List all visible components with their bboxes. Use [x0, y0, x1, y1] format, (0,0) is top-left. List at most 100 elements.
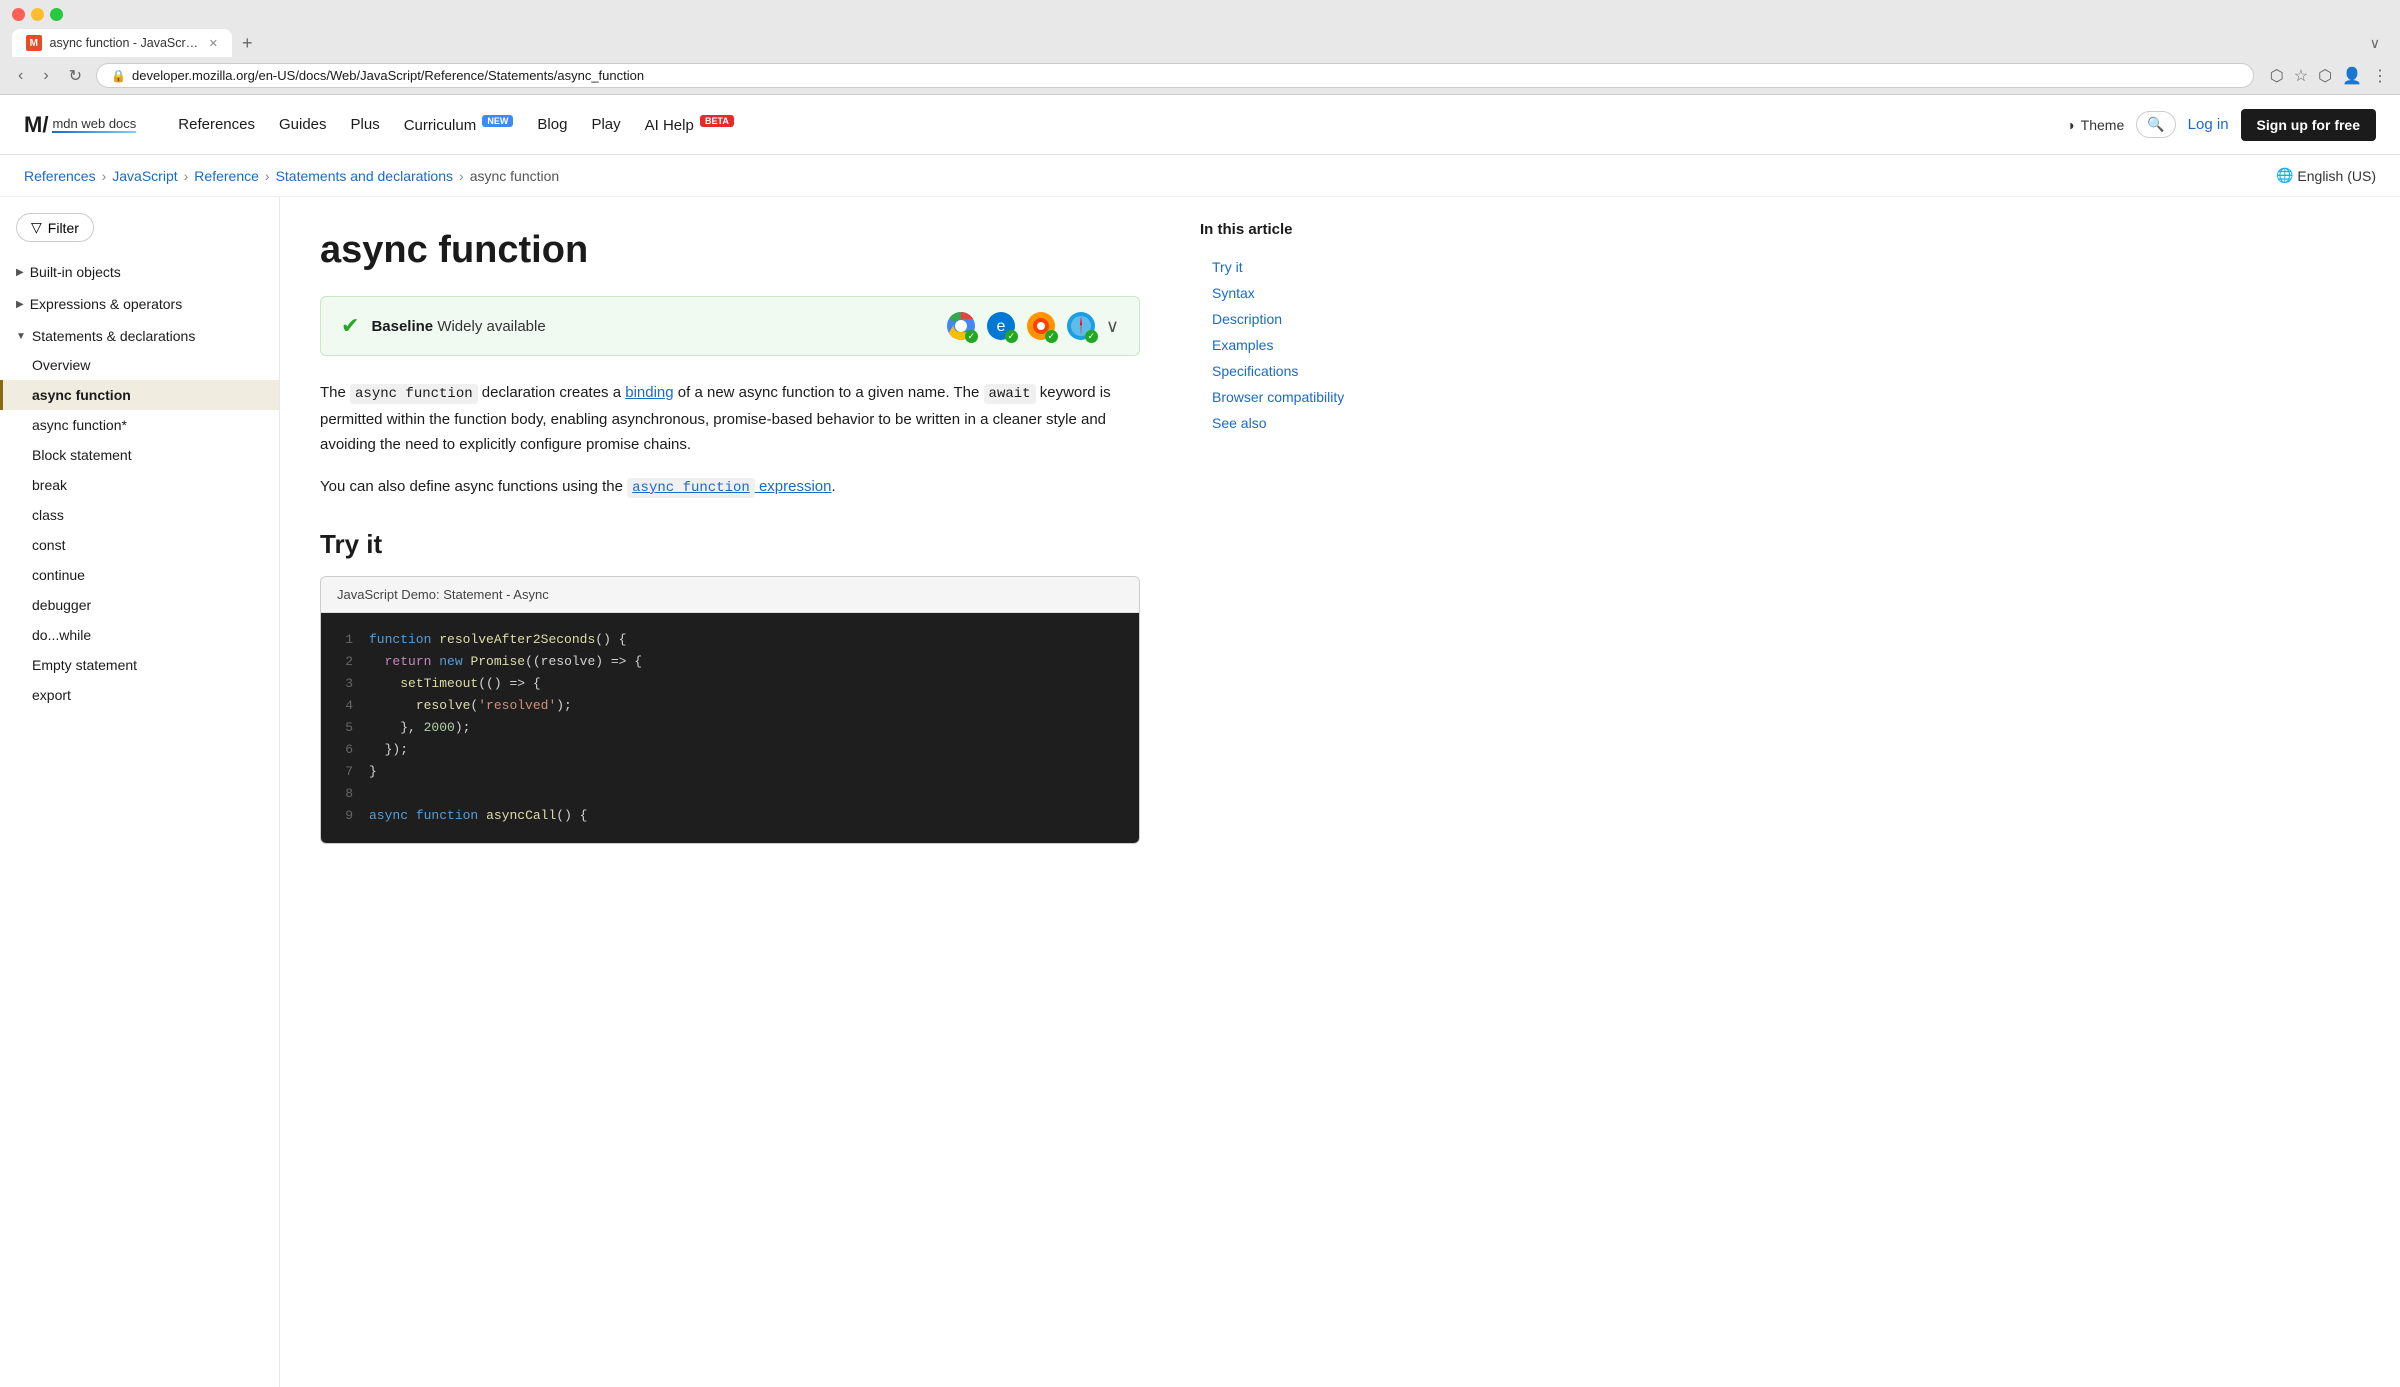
sidebar-item-async-function[interactable]: async function — [0, 380, 279, 410]
breadcrumb-references[interactable]: References — [24, 168, 96, 184]
browser-firefox-icon: ✓ — [1026, 311, 1056, 341]
minimize-button[interactable] — [31, 8, 44, 21]
breadcrumb-javascript[interactable]: JavaScript — [112, 168, 177, 184]
bookmark-button[interactable]: ☆ — [2294, 66, 2308, 86]
toc-item-specifications[interactable]: Specifications — [1200, 358, 1380, 384]
mdn-logo[interactable]: M/ mdn web docs — [24, 114, 136, 136]
breadcrumb-reference[interactable]: Reference — [194, 168, 259, 184]
nav-curriculum[interactable]: Curriculum NEW — [394, 112, 524, 138]
theme-icon: ◑ — [2066, 117, 2074, 133]
back-button[interactable]: ‹ — [12, 65, 29, 87]
breadcrumb-statements[interactable]: Statements and declarations — [276, 168, 453, 184]
url-bar[interactable]: 🔒 developer.mozilla.org/en-US/docs/Web/J… — [96, 63, 2254, 88]
nav-ai-help[interactable]: AI Help BETA — [635, 112, 744, 138]
close-button[interactable] — [12, 8, 25, 21]
line-num: 9 — [337, 805, 353, 827]
line-num: 8 — [337, 783, 353, 805]
toc-title: In this article — [1200, 221, 1380, 238]
toc-item-browser-compat[interactable]: Browser compatibility — [1200, 384, 1380, 410]
toc-item-see-also[interactable]: See also — [1200, 410, 1380, 436]
sidebar-item-block[interactable]: Block statement — [0, 440, 279, 470]
sidebar-item-overview[interactable]: Overview — [0, 350, 279, 380]
tab-strip-expand[interactable]: ∨ — [2370, 35, 2388, 52]
toc-item-syntax[interactable]: Syntax — [1200, 280, 1380, 306]
toc-item-try-it[interactable]: Try it — [1200, 254, 1380, 280]
line-num: 2 — [337, 651, 353, 673]
sidebar-section-expressions-header[interactable]: ▶ Expressions & operators — [0, 290, 279, 318]
nav-references[interactable]: References — [168, 112, 265, 137]
login-button[interactable]: Log in — [2188, 116, 2229, 133]
sidebar-item-export[interactable]: export — [0, 680, 279, 710]
tab-title: async function - JavaScript | — [50, 36, 201, 50]
sidebar: ▽ Filter ▶ Built-in objects ▶ Expression… — [0, 197, 280, 1387]
nav-play[interactable]: Play — [581, 112, 630, 137]
binding-link[interactable]: binding — [625, 384, 673, 401]
baseline-expand-button[interactable]: ∨ — [1106, 316, 1119, 337]
sidebar-item-empty[interactable]: Empty statement — [0, 650, 279, 680]
firefox-check: ✓ — [1045, 330, 1058, 343]
tab-close-button[interactable]: ✕ — [209, 37, 218, 50]
sidebar-item-continue[interactable]: continue — [0, 560, 279, 590]
signup-button[interactable]: Sign up for free — [2241, 109, 2376, 141]
toc-item-examples[interactable]: Examples — [1200, 332, 1380, 358]
sidebar-section-builtin-header[interactable]: ▶ Built-in objects — [0, 258, 279, 286]
language-selector[interactable]: 🌐 English (US) — [2276, 167, 2376, 184]
breadcrumb-sep-1: › — [102, 168, 107, 184]
line-num: 3 — [337, 673, 353, 695]
search-box[interactable]: 🔍 — [2136, 111, 2175, 138]
code-demo-box: JavaScript Demo: Statement - Async 1 fun… — [320, 576, 1140, 845]
baseline-left: ✔ Baseline Widely available — [341, 313, 546, 339]
toc-panel: In this article Try it Syntax Descriptio… — [1180, 197, 1400, 1387]
edge-check: ✓ — [1005, 330, 1018, 343]
header-right: ◑ Theme 🔍 Log in Sign up for free — [2066, 109, 2376, 141]
nav-plus[interactable]: Plus — [341, 112, 390, 137]
beta-badge: BETA — [700, 115, 734, 127]
menu-button[interactable]: ⋮ — [2372, 66, 2388, 86]
main-content: async function ✔ Baseline Widely availab… — [280, 197, 1180, 1387]
sidebar-section-statements-header[interactable]: ▼ Statements & declarations — [0, 322, 279, 350]
svg-text:e: e — [996, 318, 1005, 335]
browser-tab[interactable]: M async function - JavaScript | ✕ — [12, 29, 232, 57]
sidebar-item-async-function-gen[interactable]: async function* — [0, 410, 279, 440]
screen-cast-button[interactable]: ⬡ — [2270, 66, 2284, 86]
language-label: English (US) — [2297, 168, 2376, 184]
sidebar-item-break[interactable]: break — [0, 470, 279, 500]
logo-mark: M/ — [24, 114, 48, 136]
sidebar-section-builtin-label: Built-in objects — [30, 264, 121, 280]
filter-button[interactable]: ▽ Filter — [16, 213, 94, 242]
sidebar-item-debugger[interactable]: debugger — [0, 590, 279, 620]
arrow-icon-3: ▼ — [16, 331, 26, 342]
maximize-button[interactable] — [50, 8, 63, 21]
code-area: 1 function resolveAfter2Seconds() { 2 re… — [321, 613, 1139, 844]
code-line: 5 }, 2000); — [337, 717, 1123, 739]
nav-blog[interactable]: Blog — [527, 112, 577, 137]
code-line: 9 async function asyncCall() { — [337, 805, 1123, 827]
code-await: await — [984, 384, 1036, 404]
toc-item-description[interactable]: Description — [1200, 306, 1380, 332]
extension-button[interactable]: ⬡ — [2318, 66, 2332, 86]
sidebar-section-builtin: ▶ Built-in objects — [0, 258, 279, 286]
chrome-check: ✓ — [965, 330, 978, 343]
nav-guides[interactable]: Guides — [269, 112, 337, 137]
tab-favicon: M — [26, 35, 42, 51]
code-line: 2 return new Promise((resolve) => { — [337, 651, 1123, 673]
browser-edge-icon: e ✓ — [986, 311, 1016, 341]
code-line: 1 function resolveAfter2Seconds() { — [337, 629, 1123, 651]
new-tab-button[interactable]: + — [236, 33, 259, 54]
line-num: 6 — [337, 739, 353, 761]
forward-button[interactable]: › — [37, 65, 54, 87]
breadcrumb-sep-2: › — [184, 168, 189, 184]
sidebar-item-class[interactable]: class — [0, 500, 279, 530]
breadcrumb-current: async function — [470, 168, 560, 184]
async-expression-link[interactable]: async function expression — [627, 478, 831, 495]
theme-label: Theme — [2081, 117, 2125, 133]
reload-button[interactable]: ↻ — [63, 64, 88, 88]
baseline-check-icon: ✔ — [341, 313, 359, 339]
article-title: async function — [320, 229, 1140, 272]
sidebar-item-dowhile[interactable]: do...while — [0, 620, 279, 650]
profile-button[interactable]: 👤 — [2342, 66, 2362, 86]
baseline-desc: Widely available — [437, 318, 545, 335]
theme-button[interactable]: ◑ Theme — [2066, 117, 2124, 133]
arrow-icon-2: ▶ — [16, 299, 24, 310]
sidebar-item-const[interactable]: const — [0, 530, 279, 560]
